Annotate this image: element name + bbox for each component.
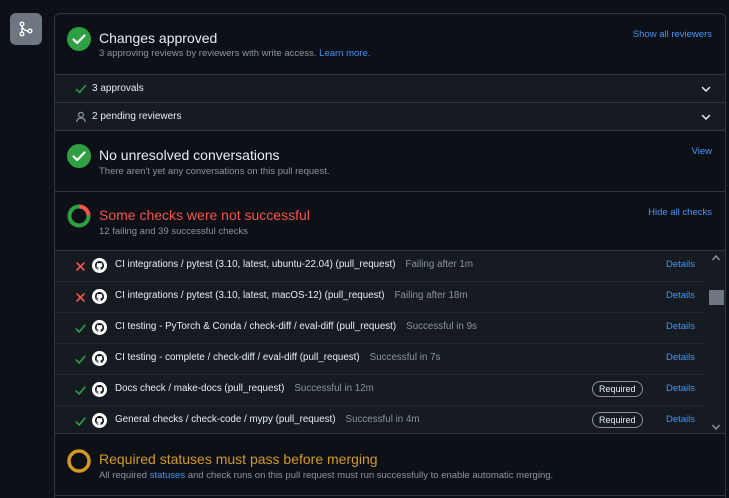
- required-statuses-subtitle: All required statuses and check runs on …: [99, 470, 554, 481]
- check-row: Docs check / make-docs (pull_request) Suc…: [55, 375, 707, 406]
- check-row: General checks / check-code / mypy (pull…: [55, 406, 707, 433]
- check-circle-icon: [67, 144, 91, 168]
- github-icon: [92, 258, 107, 273]
- pending-circle-icon: [67, 449, 91, 473]
- details-link[interactable]: Details: [666, 352, 695, 363]
- check-name: CI integrations / pytest (3.10, latest, …: [115, 290, 468, 301]
- check-icon: [75, 355, 86, 364]
- github-icon: [92, 382, 107, 397]
- check-name: General checks / check-code / mypy (pull…: [115, 414, 420, 425]
- checks-subtitle: 12 failing and 39 successful checks: [99, 226, 248, 237]
- required-badge: Required: [592, 381, 643, 397]
- chevron-down-icon[interactable]: [701, 84, 711, 94]
- pending-reviewers-row[interactable]: 2 pending reviewers: [55, 102, 725, 130]
- scroll-down-icon[interactable]: [711, 423, 721, 431]
- approval-section: Changes approved 3 approving reviews by …: [55, 14, 725, 74]
- hide-all-checks-link[interactable]: Hide all checks: [648, 207, 712, 218]
- check-duration: Successful in 7s: [369, 352, 441, 363]
- statuses-link[interactable]: statuses: [150, 470, 185, 481]
- required-statuses-title: Required statuses must pass before mergi…: [99, 451, 378, 467]
- checks-title: Some checks were not successful: [99, 207, 310, 223]
- chevron-down-icon[interactable]: [701, 112, 711, 122]
- view-conversations-link[interactable]: View: [692, 146, 712, 157]
- check-icon: [75, 386, 86, 395]
- check-duration: Successful in 9s: [406, 321, 477, 332]
- approvals-row[interactable]: 3 approvals: [55, 74, 725, 102]
- check-name: CI integrations / pytest (3.10, latest, …: [115, 259, 473, 270]
- approval-subtitle: 3 approving reviews by reviewers with wr…: [99, 48, 371, 59]
- git-merge-icon: [10, 13, 42, 45]
- required-statuses-section: Required statuses must pass before mergi…: [55, 435, 725, 495]
- scroll-up-icon[interactable]: [711, 254, 721, 262]
- scrollbar-thumb[interactable]: [709, 290, 724, 305]
- details-link[interactable]: Details: [666, 290, 695, 301]
- check-name: CI testing - PyTorch & Conda / check-dif…: [115, 321, 477, 332]
- checks-donut-icon: [67, 204, 91, 228]
- required-badge: Required: [592, 412, 643, 428]
- details-link[interactable]: Details: [666, 383, 695, 394]
- show-all-reviewers-link[interactable]: Show all reviewers: [633, 29, 712, 40]
- approval-title: Changes approved: [99, 30, 218, 46]
- check-duration: Failing after 1m: [405, 259, 473, 270]
- x-icon: [76, 262, 85, 271]
- learn-more-link[interactable]: Learn more.: [319, 48, 370, 59]
- checks-scrollbar[interactable]: [707, 251, 725, 433]
- details-link[interactable]: Details: [666, 259, 695, 270]
- check-circle-icon: [67, 27, 91, 51]
- check-row: CI integrations / pytest (3.10, latest, …: [55, 251, 707, 282]
- check-row: CI testing - complete / check-diff / eva…: [55, 344, 707, 375]
- conversations-title: No unresolved conversations: [99, 147, 280, 163]
- approvals-label: 3 approvals: [92, 83, 144, 94]
- check-duration: Successful in 12m: [294, 383, 374, 394]
- check-duration: Failing after 18m: [394, 290, 468, 301]
- github-icon: [92, 413, 107, 428]
- merge-box-root: Changes approved 3 approving reviews by …: [0, 0, 729, 498]
- x-icon: [76, 293, 85, 302]
- checks-section: Some checks were not successful 12 faili…: [55, 192, 725, 250]
- merge-status-panel: Changes approved 3 approving reviews by …: [54, 13, 726, 498]
- details-link[interactable]: Details: [666, 414, 695, 425]
- check-icon: [75, 84, 87, 94]
- github-icon: [92, 289, 107, 304]
- pending-reviewers-label: 2 pending reviewers: [92, 111, 182, 122]
- section-divider: [55, 495, 725, 496]
- check-name: Docs check / make-docs (pull_request) Suc…: [115, 383, 374, 394]
- conversations-subtitle: There aren't yet any conversations on th…: [99, 166, 330, 177]
- check-icon: [75, 324, 86, 333]
- check-icon: [75, 417, 86, 426]
- check-row: CI testing - PyTorch & Conda / check-dif…: [55, 313, 707, 344]
- conversations-section: No unresolved conversations There aren't…: [55, 131, 725, 191]
- check-name: CI testing - complete / check-diff / eva…: [115, 352, 441, 363]
- checks-list: CI integrations / pytest (3.10, latest, …: [55, 250, 725, 434]
- details-link[interactable]: Details: [666, 321, 695, 332]
- check-row: CI integrations / pytest (3.10, latest, …: [55, 282, 707, 313]
- github-icon: [92, 320, 107, 335]
- person-icon: [76, 111, 86, 123]
- check-duration: Successful in 4m: [345, 414, 420, 425]
- github-icon: [92, 351, 107, 366]
